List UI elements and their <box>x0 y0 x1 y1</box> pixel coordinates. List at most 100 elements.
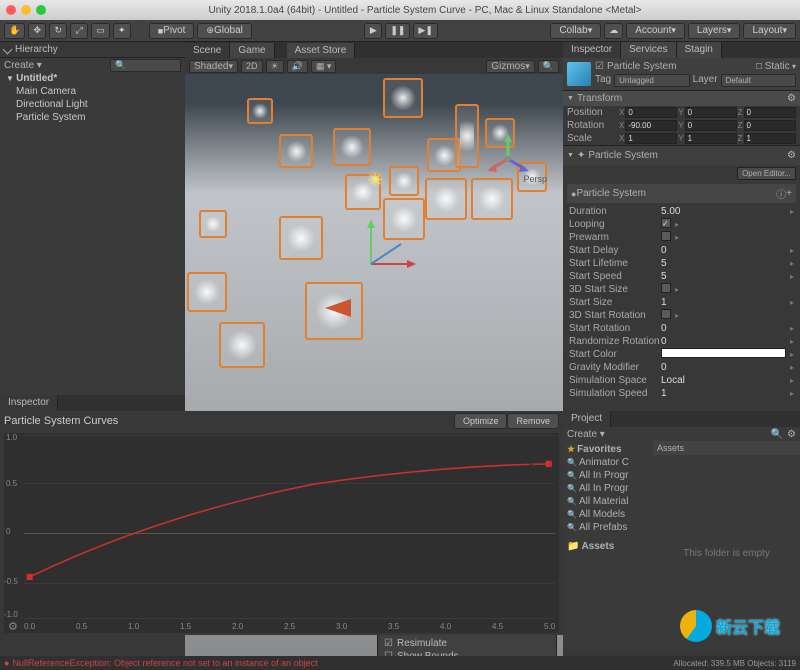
saved-search-item[interactable]: All In Progr <box>565 469 651 482</box>
tab-staging[interactable]: Stagin <box>677 42 722 58</box>
ps-color-field[interactable] <box>661 348 786 358</box>
project-breadcrumb[interactable]: Assets <box>653 441 800 455</box>
ps-prop-value[interactable]: 5.00 <box>661 205 786 218</box>
pause-button[interactable]: ❚❚ <box>385 23 410 39</box>
optimize-button[interactable]: Optimize <box>454 413 508 429</box>
transform-tool-button[interactable]: ✦ <box>113 23 131 39</box>
ps-prop-value[interactable]: 0 <box>661 335 786 348</box>
ps-prop-value[interactable]: 0 <box>661 322 786 335</box>
close-window-button[interactable] <box>6 5 16 15</box>
ps-prop-checkbox[interactable] <box>661 309 671 319</box>
move-tool-button[interactable]: ✥ <box>28 23 46 39</box>
static-checkbox[interactable]: Static <box>765 61 790 72</box>
global-toggle-button[interactable]: ⊕ Global <box>197 23 251 39</box>
active-checkbox[interactable]: ☑ <box>595 61 604 72</box>
step-button[interactable]: ▶❚ <box>413 23 437 39</box>
ps-prop-checkbox[interactable] <box>661 283 671 293</box>
saved-search-item[interactable]: Animator C <box>565 456 651 469</box>
project-create-button[interactable]: Create ▾ <box>567 429 605 440</box>
rot-x-field[interactable]: -90.00 <box>625 120 677 131</box>
open-editor-button[interactable]: Open Editor... <box>737 167 796 180</box>
hierarchy-header[interactable]: Hierarchy <box>0 42 185 58</box>
rotate-tool-button[interactable]: ↻ <box>49 23 67 39</box>
hierarchy-item[interactable]: Particle System <box>0 111 185 124</box>
help-icon[interactable]: ⓘ <box>776 186 786 201</box>
pos-y-field[interactable]: 0 <box>685 107 737 118</box>
saved-search-item[interactable]: All Models <box>565 508 651 521</box>
gameobject-name-field[interactable]: Particle System <box>607 61 676 72</box>
curve-path[interactable] <box>4 433 559 618</box>
hierarchy-search-input[interactable]: 🔍 <box>110 59 181 72</box>
tab-scene[interactable]: Scene <box>185 43 230 58</box>
resimulate-checkbox[interactable]: Resimulate <box>397 638 550 649</box>
particle-system-component-header[interactable]: ✦ Particle System⚙ <box>563 145 800 165</box>
draw-mode-dropdown[interactable]: Shaded ▾ <box>189 60 238 73</box>
light-gizmo-icon[interactable]: ☀ <box>367 170 383 191</box>
camera-gizmo-icon[interactable] <box>325 299 355 317</box>
hierarchy-item[interactable]: Main Camera <box>0 85 185 98</box>
tag-dropdown[interactable]: Untagged <box>614 74 689 87</box>
pivot-toggle-button[interactable]: ■ Pivot <box>149 23 195 39</box>
ps-prop-checkbox[interactable] <box>661 218 671 228</box>
favorites-folder[interactable]: Favorites <box>565 443 651 456</box>
component-menu-icon[interactable]: ⚙ <box>787 93 796 104</box>
curve-editor[interactable]: 1.0 0.5 0 -0.5 -1.0 0.00.51.01.52.02.53.… <box>4 433 559 633</box>
tab-services[interactable]: Services <box>621 42 676 58</box>
scene-root-item[interactable]: Untitled* <box>0 72 185 85</box>
gizmos-dropdown[interactable]: Gizmos ▾ <box>486 60 534 73</box>
assets-folder[interactable]: 📁 Assets <box>565 540 651 553</box>
rect-tool-button[interactable]: ▭ <box>91 23 110 39</box>
play-button[interactable]: ▶ <box>364 23 382 39</box>
saved-search-item[interactable]: All Prefabs <box>565 521 651 534</box>
pos-z-field[interactable]: 0 <box>744 107 796 118</box>
hand-tool-button[interactable]: ✋ <box>4 23 25 39</box>
tab-inspector[interactable]: Inspector <box>563 42 621 58</box>
layers-dropdown[interactable]: Layers ▾ <box>688 23 741 39</box>
remove-button[interactable]: Remove <box>507 413 559 429</box>
maximize-window-button[interactable] <box>36 5 46 15</box>
hierarchy-item[interactable]: Directional Light <box>0 98 185 111</box>
gameobject-icon[interactable] <box>567 62 591 86</box>
layout-dropdown[interactable]: Layout ▾ <box>743 23 796 39</box>
ps-prop-value[interactable]: Local <box>661 374 786 387</box>
tab-game[interactable]: Game <box>230 43 274 58</box>
collab-dropdown[interactable]: Collab ▾ <box>550 23 601 39</box>
rot-z-field[interactable]: 0 <box>744 120 796 131</box>
ps-prop-checkbox[interactable] <box>661 231 671 241</box>
transform-component-header[interactable]: Transform⚙ <box>563 90 800 106</box>
tab-project[interactable]: Project <box>563 411 611 427</box>
ps-prop-value[interactable]: 0 <box>661 361 786 374</box>
ps-module-header[interactable]: ● Particle Systemⓘ + <box>567 184 796 203</box>
transform-handle[interactable] <box>361 214 421 274</box>
account-dropdown[interactable]: Account ▾ <box>626 23 685 39</box>
console-error[interactable]: NullReferenceException: Object reference… <box>0 656 563 670</box>
add-icon[interactable]: + <box>786 188 792 199</box>
scene-search-input[interactable]: 🔍 <box>538 60 559 73</box>
ps-prop-value[interactable]: 0 <box>661 244 786 257</box>
ps-prop-value[interactable]: 5 <box>661 270 786 283</box>
minimize-window-button[interactable] <box>21 5 31 15</box>
rot-y-field[interactable]: 0 <box>685 120 737 131</box>
pos-x-field[interactable]: 0 <box>625 107 677 118</box>
saved-search-item[interactable]: All In Progr <box>565 482 651 495</box>
hierarchy-create-button[interactable]: Create ▾ <box>4 60 42 71</box>
scl-z-field[interactable]: 1 <box>744 133 796 144</box>
cloud-button[interactable]: ☁ <box>604 23 623 39</box>
scl-x-field[interactable]: 1 <box>625 133 677 144</box>
2d-toggle-button[interactable]: 2D <box>241 60 263 73</box>
audio-toggle-button[interactable]: 🔊 <box>287 60 308 73</box>
light-toggle-button[interactable]: ☀ <box>266 60 284 73</box>
scl-y-field[interactable]: 1 <box>685 133 737 144</box>
saved-search-item[interactable]: All Material <box>565 495 651 508</box>
curve-settings-icon[interactable]: ⚙ <box>8 620 18 633</box>
tab-asset-store[interactable]: Asset Store <box>287 43 356 58</box>
scale-tool-button[interactable]: ⤢ <box>70 23 88 39</box>
fx-toggle-button[interactable]: ▦ ▾ <box>311 60 337 73</box>
component-menu-icon[interactable]: ⚙ <box>787 150 796 161</box>
tab-inspector-lower[interactable]: Inspector <box>0 395 58 411</box>
project-tree[interactable]: Favorites Animator CAll In ProgrAll In P… <box>563 441 653 652</box>
ps-prop-value[interactable]: 1 <box>661 296 786 309</box>
ps-prop-value[interactable]: 5 <box>661 257 786 270</box>
layer-dropdown[interactable]: Default <box>721 74 796 87</box>
ps-prop-value[interactable]: 1 <box>661 387 786 400</box>
